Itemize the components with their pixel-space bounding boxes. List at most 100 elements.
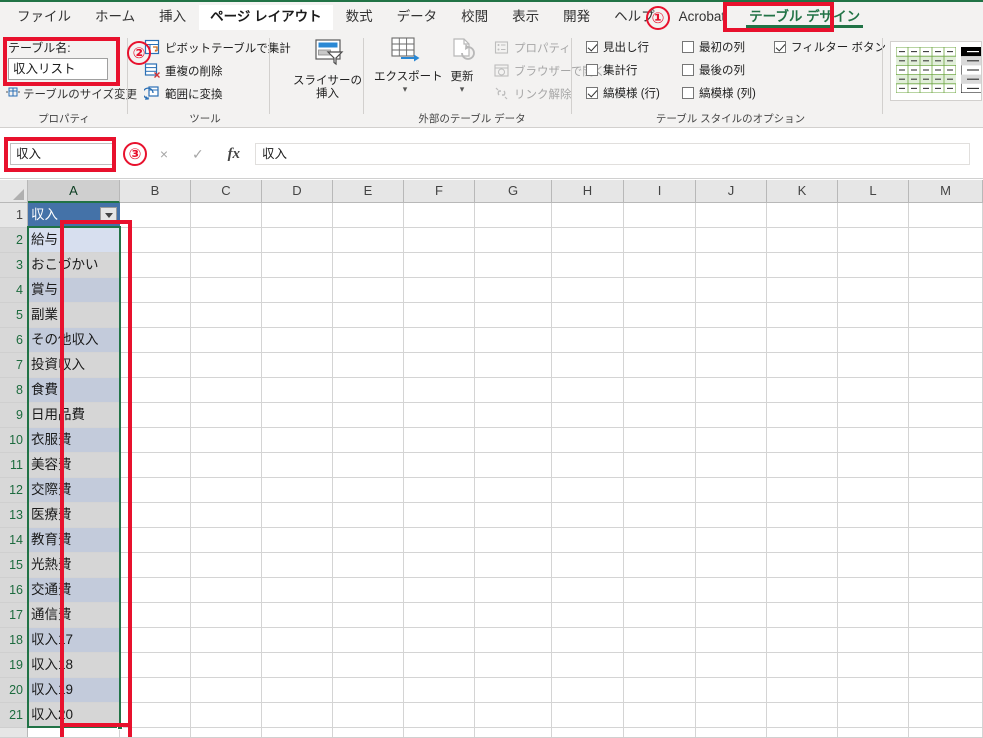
cell-i17[interactable] (624, 603, 696, 628)
cell-l2[interactable] (838, 228, 909, 253)
cell-g12[interactable] (475, 478, 552, 503)
cell-f3[interactable] (404, 253, 475, 278)
cell-h3[interactable] (552, 253, 624, 278)
cell-m18[interactable] (909, 628, 983, 653)
cell-b3[interactable] (120, 253, 191, 278)
cell-h21[interactable] (552, 703, 624, 728)
cell-i18[interactable] (624, 628, 696, 653)
cell-j11[interactable] (696, 453, 767, 478)
cell-m2[interactable] (909, 228, 983, 253)
cell-i5[interactable] (624, 303, 696, 328)
cell-b16[interactable] (120, 578, 191, 603)
cell-a7[interactable]: 投資収入 (28, 353, 120, 378)
cell-j8[interactable] (696, 378, 767, 403)
row-header-18[interactable]: 18 (0, 628, 28, 653)
cell-d22[interactable] (262, 728, 333, 737)
cell-l4[interactable] (838, 278, 909, 303)
row-header-3[interactable]: 3 (0, 253, 28, 278)
remove-duplicates-button[interactable]: 重複の削除 (144, 62, 223, 79)
cell-k2[interactable] (767, 228, 838, 253)
checkbox-filter-button[interactable]: フィルター ボタン (774, 39, 886, 55)
cell-b14[interactable] (120, 528, 191, 553)
cell-l14[interactable] (838, 528, 909, 553)
cell-a20[interactable]: 収入19 (28, 678, 120, 703)
cell-l20[interactable] (838, 678, 909, 703)
column-header-m[interactable]: M (909, 180, 983, 203)
cell-c7[interactable] (191, 353, 262, 378)
cell-l21[interactable] (838, 703, 909, 728)
cell-l12[interactable] (838, 478, 909, 503)
cell-f21[interactable] (404, 703, 475, 728)
cell-d8[interactable] (262, 378, 333, 403)
table-style-green-icon[interactable] (895, 46, 957, 94)
row-header-16[interactable]: 16 (0, 578, 28, 603)
cell-a3[interactable]: おこづかい (28, 253, 120, 278)
cell-l8[interactable] (838, 378, 909, 403)
refresh-button[interactable]: 更新 ▾ (438, 37, 486, 94)
cell-k15[interactable] (767, 553, 838, 578)
cell-c18[interactable] (191, 628, 262, 653)
formula-input[interactable]: 収入 (255, 143, 970, 165)
cell-j4[interactable] (696, 278, 767, 303)
enter-icon[interactable]: ✓ (192, 147, 204, 161)
cell-k4[interactable] (767, 278, 838, 303)
cell-d12[interactable] (262, 478, 333, 503)
cell-l19[interactable] (838, 653, 909, 678)
cell-a9[interactable]: 日用品費 (28, 403, 120, 428)
cell-b13[interactable] (120, 503, 191, 528)
row-header-13[interactable]: 13 (0, 503, 28, 528)
cell-g3[interactable] (475, 253, 552, 278)
cell-a17[interactable]: 通信費 (28, 603, 120, 628)
cell-l13[interactable] (838, 503, 909, 528)
row-header-5[interactable]: 5 (0, 303, 28, 328)
column-header-h[interactable]: H (552, 180, 624, 203)
cell-l1[interactable] (838, 203, 909, 228)
cell-g9[interactable] (475, 403, 552, 428)
cell-g2[interactable] (475, 228, 552, 253)
cell-k20[interactable] (767, 678, 838, 703)
cell-a2[interactable]: 給与 (28, 228, 120, 253)
cell-k21[interactable] (767, 703, 838, 728)
cell-j21[interactable] (696, 703, 767, 728)
cell-m4[interactable] (909, 278, 983, 303)
worksheet-grid[interactable]: A B C D E F G H I J K L M 1 収入 2 給与 3 おこづかい 4 賞… (0, 180, 983, 737)
cell-k9[interactable] (767, 403, 838, 428)
cell-d5[interactable] (262, 303, 333, 328)
cell-g21[interactable] (475, 703, 552, 728)
cell-j22[interactable] (696, 728, 767, 737)
cell-b12[interactable] (120, 478, 191, 503)
row-header-6[interactable]: 6 (0, 328, 28, 353)
row-header-11[interactable]: 11 (0, 453, 28, 478)
cell-m6[interactable] (909, 328, 983, 353)
column-header-k[interactable]: K (767, 180, 838, 203)
column-header-i[interactable]: I (624, 180, 696, 203)
checkbox-first-column[interactable]: 最初の列 (682, 39, 745, 55)
row-header-21[interactable]: 21 (0, 703, 28, 728)
cell-d19[interactable] (262, 653, 333, 678)
cell-g1[interactable] (475, 203, 552, 228)
cell-i6[interactable] (624, 328, 696, 353)
insert-function-icon[interactable]: fx (228, 146, 241, 162)
cancel-icon[interactable]: × (160, 147, 168, 161)
cell-j12[interactable] (696, 478, 767, 503)
row-header-14[interactable]: 14 (0, 528, 28, 553)
chevron-down-icon[interactable]: ▾ (374, 85, 436, 94)
cell-a10[interactable]: 衣服費 (28, 428, 120, 453)
tab-table-design[interactable]: テーブル デザイン (738, 5, 871, 30)
row-header-4[interactable]: 4 (0, 278, 28, 303)
cell-l22[interactable] (838, 728, 909, 737)
cell-c8[interactable] (191, 378, 262, 403)
row-header-8[interactable]: 8 (0, 378, 28, 403)
cell-e1[interactable] (333, 203, 404, 228)
cell-g7[interactable] (475, 353, 552, 378)
cell-d20[interactable] (262, 678, 333, 703)
cell-c10[interactable] (191, 428, 262, 453)
cell-h12[interactable] (552, 478, 624, 503)
cell-c21[interactable] (191, 703, 262, 728)
cell-h9[interactable] (552, 403, 624, 428)
tab-data[interactable]: データ (386, 5, 449, 30)
cell-i10[interactable] (624, 428, 696, 453)
tab-insert[interactable]: 挿入 (148, 5, 197, 30)
cell-m17[interactable] (909, 603, 983, 628)
export-button[interactable]: エクスポート ▾ (374, 37, 443, 94)
